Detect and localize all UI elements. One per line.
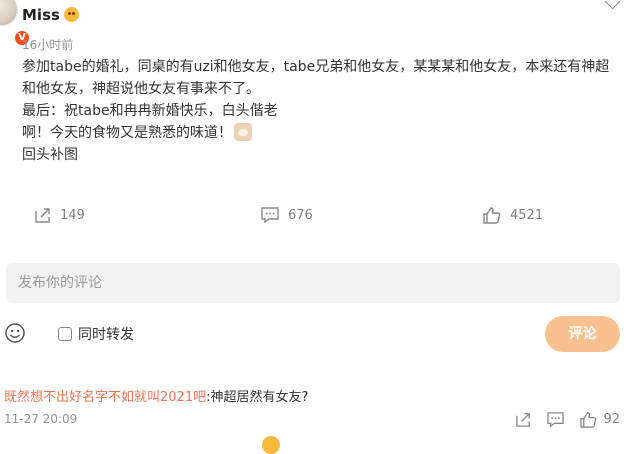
checkbox-box[interactable] <box>58 327 72 341</box>
post-paragraph-text: 啊！今天的食物又是熟悉的味道！ <box>22 125 232 141</box>
reply-actions: 92 <box>515 411 620 428</box>
post-paragraph: 最后：祝tabe和冉冉新婚快乐，白头偕老 <box>22 103 278 119</box>
reply-item: 既然想不出好名字不如就叫2021吧:神超居然有女友? <box>4 386 308 405</box>
reply-time: 11-27 20:09 <box>4 412 78 426</box>
repost-label[interactable]: 同时转发 <box>78 324 134 344</box>
comment-count: 676 <box>288 207 313 223</box>
post-paragraph: 啊！今天的食物又是熟悉的味道！ <box>22 122 622 144</box>
comment-input[interactable] <box>6 263 610 303</box>
like-count: 4521 <box>510 207 544 223</box>
comment-icon <box>261 207 279 224</box>
like-icon <box>483 207 501 224</box>
reply-like-count: 92 <box>603 412 620 427</box>
comment-button[interactable]: 676 <box>260 206 313 224</box>
repost-checkbox[interactable]: 同时转发 <box>58 324 134 344</box>
chevron-down-icon[interactable] <box>604 0 621 10</box>
like-button[interactable]: 4521 <box>482 206 543 224</box>
reply-like-button[interactable]: 92 <box>579 411 620 428</box>
share-count: 149 <box>60 207 85 223</box>
cat-emoji-icon <box>234 123 252 141</box>
comment-icon[interactable] <box>546 411 565 428</box>
reply-text: :神超居然有女友? <box>206 390 309 405</box>
smile-icon[interactable] <box>4 322 26 344</box>
emoji-face-icon <box>63 7 79 22</box>
post-paragraph: 回头补图 <box>22 147 78 163</box>
author-name[interactable]: Miss <box>22 6 79 24</box>
author-label[interactable]: Miss <box>22 6 60 24</box>
share-button[interactable]: 149 <box>34 206 85 224</box>
share-icon <box>35 208 50 223</box>
reply-username[interactable]: 既然想不出好名字不如就叫2021吧 <box>4 390 206 405</box>
share-icon[interactable] <box>515 411 532 428</box>
post-time[interactable]: 16小时前 <box>22 36 73 53</box>
avatar[interactable] <box>0 0 18 26</box>
comment-input-box[interactable] <box>6 263 620 303</box>
like-icon <box>580 412 597 428</box>
emoji-face-icon <box>262 436 280 454</box>
submit-comment-button[interactable]: 评论 <box>545 316 620 352</box>
avatar-wrap[interactable] <box>0 0 20 28</box>
post-paragraph: 参加tabe的婚礼，同桌的有uzi和他女友，tabe兄弟和他女友，某某某和他女友… <box>22 59 610 97</box>
post-body: 参加tabe的婚礼，同桌的有uzi和他女友，tabe兄弟和他女友，某某某和他女友… <box>22 56 622 166</box>
